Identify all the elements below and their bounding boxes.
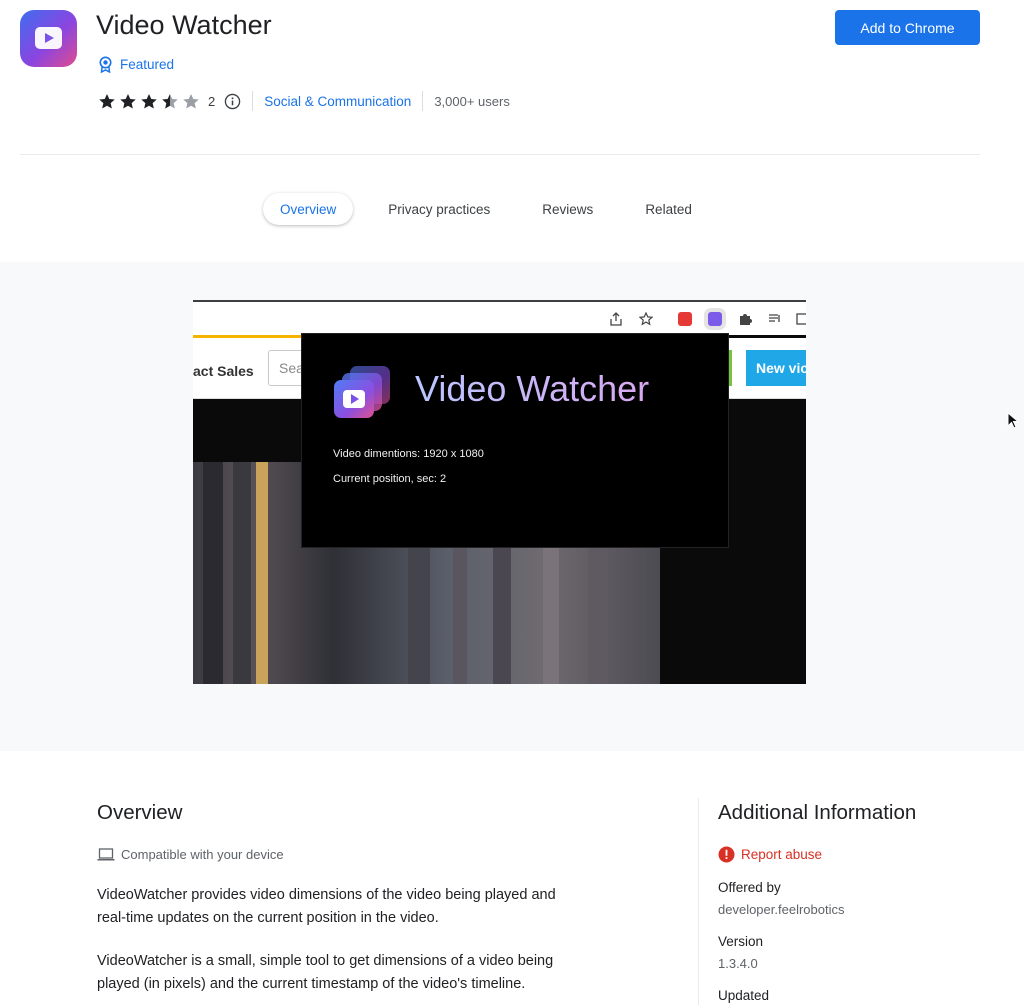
contact-sales-text: act Sales bbox=[193, 363, 254, 379]
popup-title: Video Watcher bbox=[415, 368, 650, 409]
description-line: VideoWatcher provides video dimensions o… bbox=[97, 887, 556, 903]
share-icon bbox=[610, 312, 622, 326]
additional-info-heading: Additional Information bbox=[718, 801, 917, 824]
puzzle-icon bbox=[740, 314, 752, 325]
featured-badge[interactable]: Featured bbox=[98, 55, 174, 73]
description-line: VideoWatcher is a small, simple tool to … bbox=[97, 953, 554, 969]
tab-reviews[interactable]: Reviews bbox=[525, 193, 610, 225]
category-link[interactable]: Social & Communication bbox=[264, 94, 411, 109]
video-watcher-logo-icon bbox=[334, 366, 390, 418]
featured-label: Featured bbox=[120, 56, 175, 72]
report-abuse-link[interactable]: Report abuse bbox=[718, 846, 822, 863]
report-abuse-label: Report abuse bbox=[741, 847, 823, 862]
description-line: real-time updates on the current positio… bbox=[97, 910, 439, 926]
star-rating bbox=[97, 92, 201, 111]
playlist-icon bbox=[769, 314, 780, 322]
column-shape bbox=[233, 462, 251, 684]
description-paragraph-2: VideoWatcher is a small, simple tool to … bbox=[97, 950, 617, 996]
popup-dimensions-text: Video dimentions: 1920 x 1080 bbox=[333, 448, 484, 460]
version-value: 1.3.4.0 bbox=[718, 956, 758, 971]
gold-trim-shape bbox=[256, 462, 268, 684]
offered-by-value: developer.feelrobotics bbox=[718, 902, 845, 917]
compatibility-note: Compatible with your device bbox=[97, 847, 284, 862]
column-shape bbox=[203, 462, 223, 684]
star-half-icon bbox=[162, 93, 178, 109]
tab-overview[interactable]: Overview bbox=[263, 193, 354, 225]
description-paragraph-1: VideoWatcher provides video dimensions o… bbox=[97, 884, 617, 930]
compatibility-text: Compatible with your device bbox=[121, 847, 284, 862]
tab-bar: Overview Privacy practices Reviews Relat… bbox=[263, 193, 709, 225]
description-line: played (in pixels) and the current times… bbox=[97, 976, 526, 992]
screenshot-image[interactable]: act Sales Sea New vic Video Watcher Vide… bbox=[193, 300, 806, 684]
overview-heading: Overview bbox=[97, 801, 183, 824]
star-empty-icon bbox=[183, 93, 199, 109]
mouse-cursor-icon bbox=[1007, 412, 1019, 429]
star-full-icon bbox=[99, 93, 115, 109]
info-icon[interactable] bbox=[224, 93, 241, 110]
browser-toolbar bbox=[193, 300, 806, 335]
extension-red-icon bbox=[678, 312, 692, 326]
popup-position-text: Current position, sec: 2 bbox=[333, 473, 447, 485]
star-full-icon bbox=[120, 93, 136, 109]
tab-privacy-practices[interactable]: Privacy practices bbox=[371, 193, 507, 225]
column-divider bbox=[698, 798, 699, 1005]
header-divider bbox=[20, 154, 980, 155]
featured-badge-icon bbox=[99, 56, 112, 73]
play-icon bbox=[35, 27, 62, 49]
tab-related[interactable]: Related bbox=[628, 193, 709, 225]
laptop-icon bbox=[97, 848, 115, 861]
separator bbox=[252, 91, 254, 111]
version-label: Version bbox=[718, 934, 764, 949]
meta-row: 2 Social & Communication 3,000+ users bbox=[97, 91, 510, 111]
updated-label: Updated bbox=[718, 988, 770, 1003]
new-video-button: New vic bbox=[746, 350, 806, 386]
app-icon bbox=[20, 10, 77, 67]
rating-count[interactable]: 2 bbox=[208, 94, 215, 109]
alert-icon bbox=[718, 846, 735, 863]
offered-by-label: Offered by bbox=[718, 880, 781, 895]
extension-video-watcher-icon bbox=[708, 312, 722, 326]
extension-popup: Video Watcher Video dimentions: 1920 x 1… bbox=[301, 333, 729, 548]
extension-title: Video Watcher bbox=[96, 10, 272, 40]
add-to-chrome-button[interactable]: Add to Chrome bbox=[835, 10, 980, 45]
separator bbox=[422, 91, 424, 111]
user-count: 3,000+ users bbox=[434, 93, 510, 109]
window-icon bbox=[796, 313, 806, 325]
star-bookmark-icon bbox=[639, 312, 653, 326]
screenshot-gallery: act Sales Sea New vic Video Watcher Vide… bbox=[0, 262, 1024, 751]
star-full-icon bbox=[141, 93, 157, 109]
